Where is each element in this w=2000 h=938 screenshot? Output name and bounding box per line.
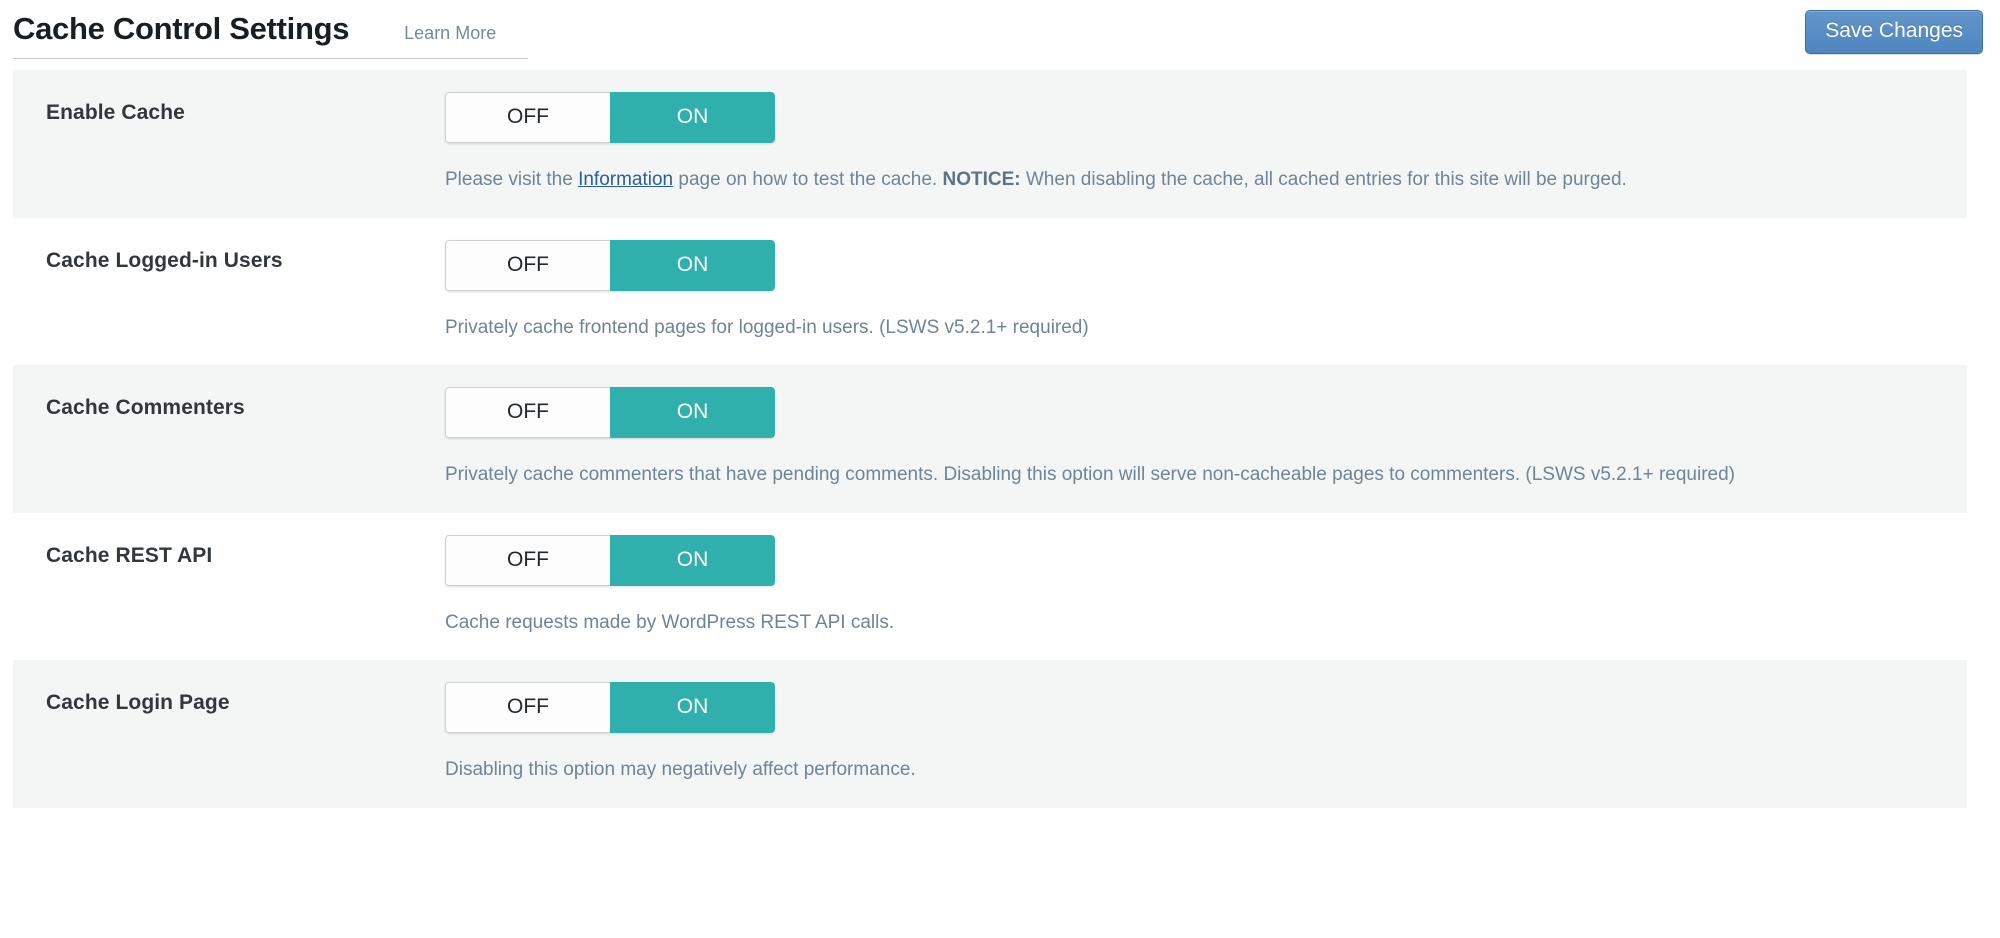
toggle-cache-rest-api[interactable]: OFF ON <box>445 534 775 586</box>
setting-description: Privately cache commenters that have pen… <box>445 464 1735 486</box>
setting-label: Cache Commenters <box>46 396 245 420</box>
description-text: When disabling the cache, all cached ent… <box>1020 169 1627 190</box>
setting-description: Please visit the Information page on how… <box>445 166 1957 194</box>
toggle-on-option[interactable]: ON <box>610 387 775 439</box>
setting-description: Privately cache frontend pages for logge… <box>445 316 1089 338</box>
toggle-on-option[interactable]: ON <box>610 92 775 143</box>
setting-body: OFF ON Disabling this option may negativ… <box>445 682 1967 784</box>
setting-row-cache-logged-in-users: Cache Logged-in Users OFF ON Privately c… <box>13 217 1967 366</box>
toggle-off-option[interactable]: OFF <box>445 92 610 143</box>
settings-list: Enable Cache OFF ON Please visit the Inf… <box>13 70 1967 808</box>
description-text: Please visit the <box>445 169 579 190</box>
setting-body: OFF ON Cache requests made by WordPress … <box>445 534 1967 637</box>
save-changes-button[interactable]: Save Changes <box>1805 10 1983 55</box>
setting-body: OFF ON Privately cache frontend pages fo… <box>445 239 1967 342</box>
setting-body: OFF ON Privately cache commenters that h… <box>445 387 1967 489</box>
setting-description: Disabling this option may negatively aff… <box>445 759 916 781</box>
setting-label: Enable Cache <box>46 101 185 124</box>
setting-description: Cache requests made by WordPress REST AP… <box>445 611 895 633</box>
description-text: page on how to test the cache. <box>673 169 943 190</box>
toggle-off-option[interactable]: OFF <box>445 682 610 734</box>
notice-label: NOTICE: <box>942 169 1021 190</box>
setting-row-cache-rest-api: Cache REST API OFF ON Cache requests mad… <box>13 512 1967 661</box>
toggle-off-option[interactable]: OFF <box>445 534 610 586</box>
information-link[interactable]: Information <box>578 169 673 190</box>
setting-row-cache-login-page: Cache Login Page OFF ON Disabling this o… <box>13 660 1967 808</box>
toggle-cache-logged-in-users[interactable]: OFF ON <box>445 239 775 291</box>
toggle-cache-commenters[interactable]: OFF ON <box>445 387 775 439</box>
toggle-on-option[interactable]: ON <box>610 534 775 586</box>
toggle-enable-cache[interactable]: OFF ON <box>445 92 775 143</box>
setting-label: Cache Login Page <box>46 691 230 715</box>
toggle-on-option[interactable]: ON <box>610 682 775 734</box>
setting-body: OFF ON Please visit the Information page… <box>445 92 1967 194</box>
learn-more-link[interactable]: Learn More <box>404 23 496 44</box>
setting-label: Cache Logged-in Users <box>46 248 283 272</box>
toggle-on-option[interactable]: ON <box>610 239 775 291</box>
page-header-title-group: Cache Control Settings Learn More <box>13 11 529 60</box>
page-title: Cache Control Settings <box>13 11 350 46</box>
setting-row-enable-cache: Enable Cache OFF ON Please visit the Inf… <box>13 70 1967 218</box>
toggle-cache-login-page[interactable]: OFF ON <box>445 682 775 734</box>
setting-row-cache-commenters: Cache Commenters OFF ON Privately cache … <box>13 365 1967 513</box>
toggle-off-option[interactable]: OFF <box>445 239 610 291</box>
toggle-off-option[interactable]: OFF <box>445 387 610 439</box>
setting-label: Cache REST API <box>46 543 213 567</box>
page-header: Cache Control Settings Learn More Save C… <box>0 0 2000 70</box>
